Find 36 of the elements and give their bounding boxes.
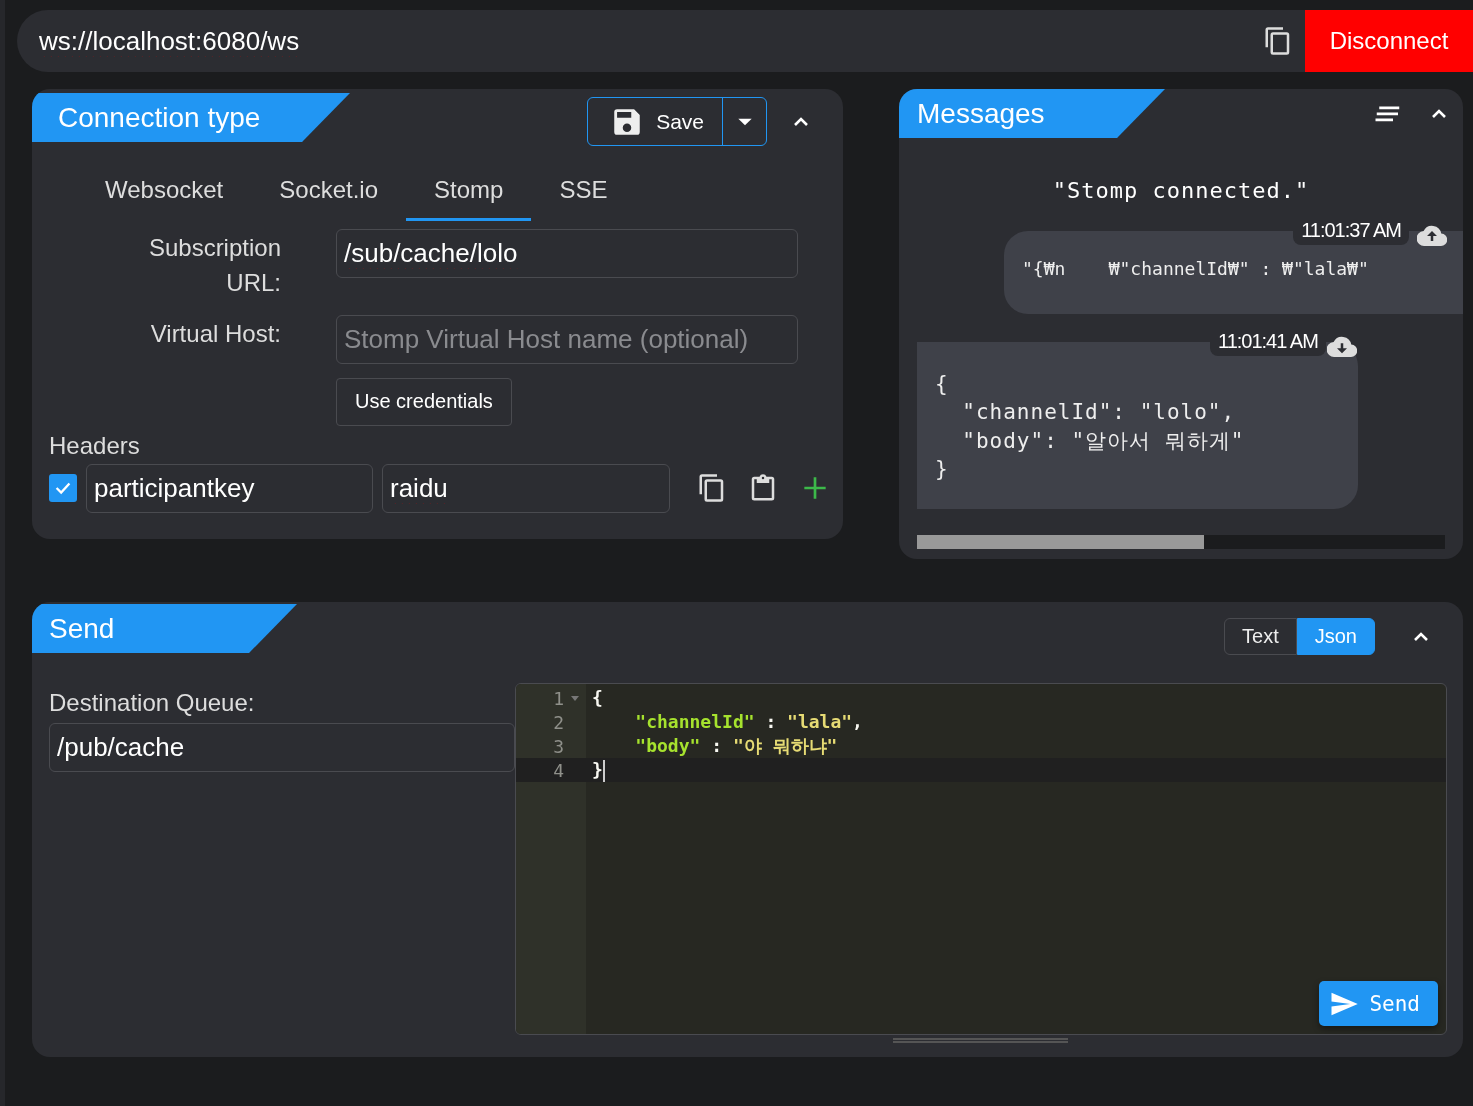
field-label: Virtual Host: (150, 318, 281, 349)
save-split-button[interactable]: Save (587, 97, 767, 146)
credentials-button[interactable]: Use credentials (336, 377, 512, 426)
disconnect-button[interactable]: Disconnect (1305, 10, 1473, 72)
code-line: "channelId" : "lala", (634, 710, 864, 734)
tab[interactable]: SSE (531, 168, 636, 221)
address-field[interactable]: ws://localhost:6080/ws (17, 25, 1263, 57)
panel-title: Send (32, 604, 297, 653)
code-line: "body" : "야 뭐하냐" (634, 734, 839, 758)
tab[interactable]: Stomp (406, 168, 532, 221)
code-line: { (591, 686, 604, 710)
fold-icon[interactable] (570, 693, 580, 703)
checkbox[interactable] (49, 474, 77, 503)
line-number: 3 (553, 735, 564, 757)
line-number: 2 (553, 711, 564, 733)
address-bar[interactable]: ws://localhost:6080/ws (17, 10, 1305, 72)
save-button[interactable]: Save (588, 98, 723, 145)
input-field[interactable]: /sub/cache/lolo (336, 229, 798, 278)
input-field[interactable]: Stomp Virtual Host name (optional) (336, 314, 798, 364)
line-number: 4 (553, 759, 564, 781)
header-key-field[interactable]: participantkey (86, 463, 373, 513)
field-label: Destination Queue: (49, 689, 256, 717)
destination-field[interactable]: /pub/cache (49, 723, 515, 772)
header-value-field[interactable]: raidu (382, 463, 670, 513)
format-toggle[interactable]: Text (1224, 618, 1297, 655)
panel-title: Connection type (32, 93, 350, 142)
code-editor[interactable]: 1 2 3 4 { "channelId" : "lala", "body" : "야 뭐하냐" } Send (515, 683, 1447, 1035)
field-label: Subscription URL: (147, 233, 281, 298)
line-number: 1 (553, 687, 564, 709)
panel-title: Messages (899, 89, 1165, 138)
resize-handle[interactable] (893, 1038, 1068, 1043)
tab[interactable]: Socket.io (251, 168, 406, 221)
scrollbar[interactable] (917, 535, 1445, 549)
tab[interactable]: Websocket (77, 168, 252, 221)
status-message: "Stomp connected." (1051, 178, 1311, 203)
section-label: Headers (49, 431, 141, 460)
